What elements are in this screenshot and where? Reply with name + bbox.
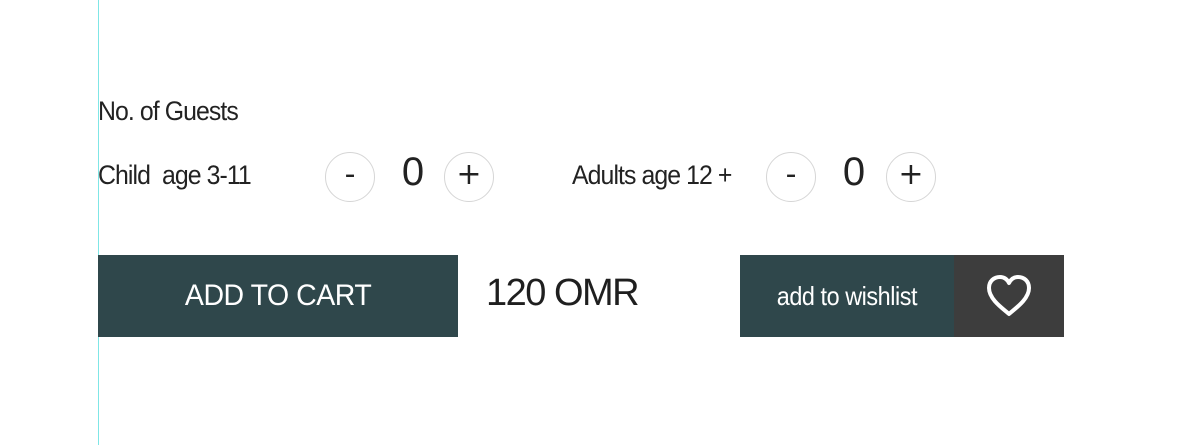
child-decrement-button[interactable]: - (325, 152, 375, 202)
child-increment-button[interactable]: + (444, 152, 494, 202)
minus-icon: - (344, 157, 356, 192)
add-to-cart-button[interactable]: ADD TO CART (98, 255, 458, 337)
plus-icon: + (898, 157, 924, 192)
guide-line (98, 0, 99, 445)
plus-icon: + (456, 157, 482, 192)
adults-count: 0 (842, 150, 866, 194)
adults-decrement-button[interactable]: - (766, 152, 816, 202)
wishlist-heart-button[interactable] (954, 255, 1064, 337)
wishlist-label: add to wishlist (776, 280, 918, 311)
child-count: 0 (401, 150, 425, 194)
add-to-wishlist-button[interactable]: add to wishlist (740, 255, 1064, 337)
heart-icon (987, 275, 1031, 316)
child-age-label: Child age 3-11 (98, 160, 252, 190)
guests-title: No. of Guests (98, 96, 239, 126)
price: 120 OMR (486, 272, 640, 314)
add-to-cart-label: ADD TO CART (184, 279, 372, 312)
adults-increment-button[interactable]: + (886, 152, 936, 202)
minus-icon: - (785, 157, 797, 192)
wishlist-label-box[interactable]: add to wishlist (740, 255, 954, 337)
adults-age-label: Adults age 12 + (572, 160, 732, 190)
